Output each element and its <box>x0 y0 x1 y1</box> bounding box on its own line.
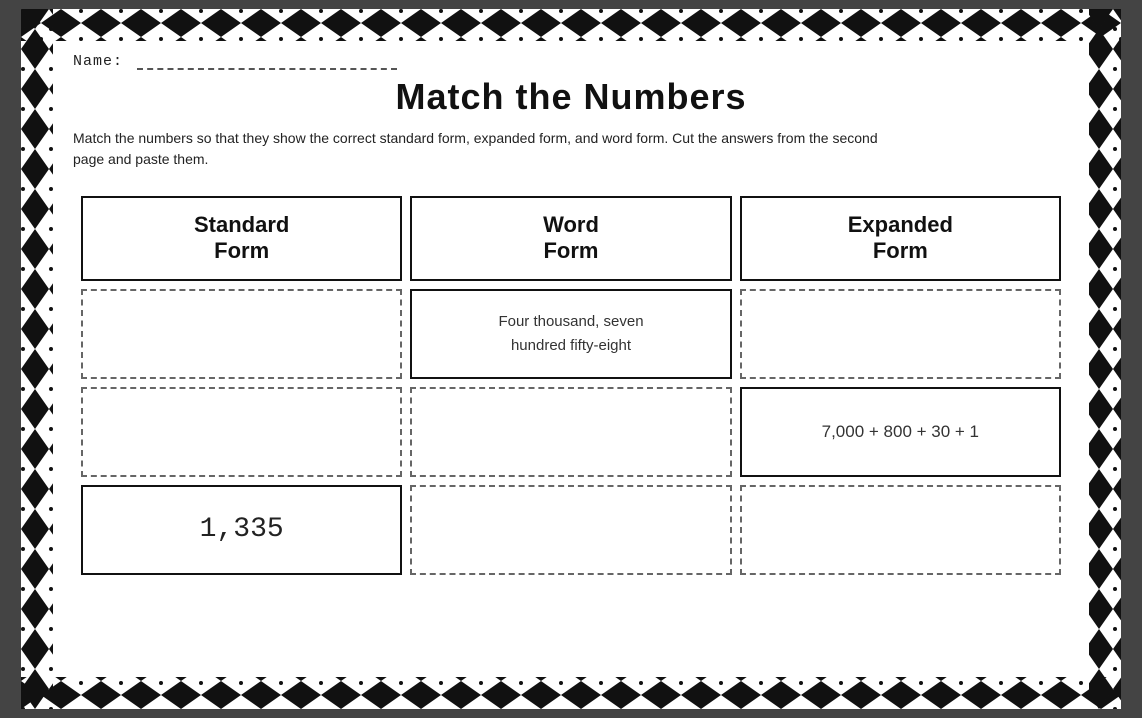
table-header: Standard Form Word Form Expanded Form <box>81 196 1061 281</box>
name-label: Name: <box>73 53 123 70</box>
page-outer: Name: Match the Numbers Match the number… <box>21 9 1121 709</box>
row1-word: Four thousand, sevenhundred fifty-eight <box>410 289 731 379</box>
table-body: Four thousand, sevenhundred fifty-eight … <box>81 289 1061 575</box>
header-word: Word Form <box>410 196 731 281</box>
row2-expanded: 7,000 + 800 + 30 + 1 <box>740 387 1061 477</box>
match-table: Standard Form Word Form Expanded Form <box>73 188 1069 583</box>
name-underline <box>137 51 397 70</box>
row3-expanded <box>740 485 1061 575</box>
row1-standard <box>81 289 402 379</box>
name-field-row: Name: <box>73 51 1069 70</box>
header-expanded: Expanded Form <box>740 196 1061 281</box>
page-title: Match the Numbers <box>73 76 1069 118</box>
inner-content: Name: Match the Numbers Match the number… <box>53 41 1089 603</box>
row2-standard <box>81 387 402 477</box>
table-row: 7,000 + 800 + 30 + 1 <box>81 387 1061 477</box>
header-standard: Standard Form <box>81 196 402 281</box>
row1-word-text: Four thousand, sevenhundred fifty-eight <box>498 313 643 354</box>
row2-word <box>410 387 731 477</box>
row3-standard-number: 1,335 <box>200 514 284 545</box>
table-row: 1,335 <box>81 485 1061 575</box>
table-row: Four thousand, sevenhundred fifty-eight <box>81 289 1061 379</box>
header-row: Standard Form Word Form Expanded Form <box>81 196 1061 281</box>
row2-expanded-text: 7,000 + 800 + 30 + 1 <box>822 422 979 441</box>
instructions-text: Match the numbers so that they show the … <box>73 128 893 170</box>
row3-word <box>410 485 731 575</box>
row3-standard: 1,335 <box>81 485 402 575</box>
row1-expanded <box>740 289 1061 379</box>
